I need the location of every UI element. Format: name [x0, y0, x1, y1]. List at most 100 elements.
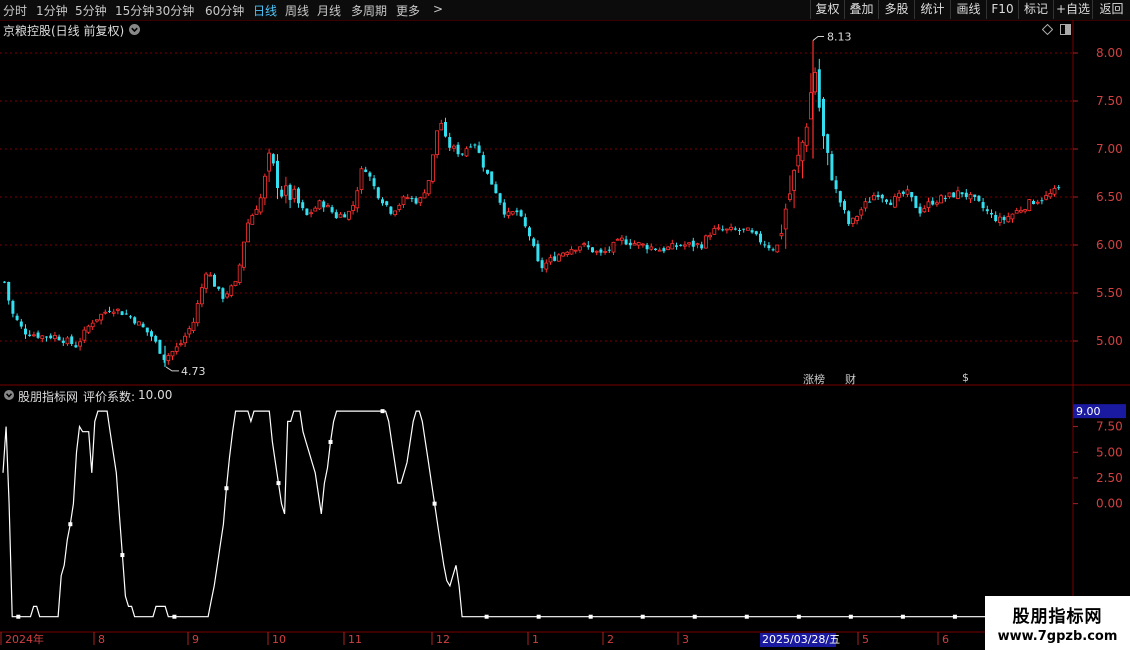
toolbar-button-3[interactable]: 统计 [914, 0, 950, 19]
toolbar-button-2[interactable]: 多股 [878, 0, 914, 19]
candle-body-down [70, 336, 74, 344]
candle-body-up [254, 209, 259, 215]
candle-body-down [494, 184, 498, 194]
period-tab-10[interactable]: 更多 [396, 2, 420, 19]
high-pointer [812, 36, 824, 41]
candle-body-up [32, 334, 36, 337]
candle-body-up [544, 262, 549, 270]
candle-body-down [771, 249, 775, 251]
period-tab-5[interactable]: 60分钟 [205, 2, 244, 19]
indicator-marker [952, 614, 957, 619]
toolbar-button-1[interactable]: 叠加 [844, 0, 878, 19]
toolbar-button-5[interactable]: F10 [986, 0, 1018, 19]
candle-body-up [178, 343, 183, 346]
price-tick-label: 5.00 [1096, 334, 1123, 348]
candle-body-down [515, 210, 519, 213]
candle-body-down [847, 211, 851, 225]
candle-body-down [49, 335, 53, 339]
candle-body-up [397, 204, 402, 210]
candle-body-down [1032, 201, 1035, 205]
diamond-icon[interactable] [1042, 24, 1053, 35]
candle-body-up [695, 243, 700, 246]
candle-body-up [1006, 216, 1011, 223]
candle-body-down [910, 192, 914, 198]
watermark-brand: 股朋指标网 [1012, 607, 1103, 627]
candle-body-up [191, 321, 196, 332]
candle-body-up [922, 208, 927, 213]
tag-dollar[interactable]: $ [960, 371, 971, 384]
candle-body-down [691, 240, 695, 247]
stock-chart: 8.00 7.50 7.00 6.50 6.00 5.50 5.00 8.13 4.73 7.50… [0, 20, 1130, 647]
title-dropdown-icon[interactable] [128, 23, 141, 36]
tag-cai[interactable]: 财 [843, 371, 858, 387]
candle-body-up [725, 228, 729, 231]
candle-body-up [557, 254, 561, 262]
candle-body-down [469, 146, 473, 148]
candle-body-up [1035, 201, 1040, 204]
watermark-url: www.7gpzb.com [997, 629, 1118, 644]
indicator-current-value: 9.00 [1076, 405, 1101, 418]
more-arrow-icon[interactable]: > [433, 2, 443, 16]
candle-body-up [561, 252, 565, 257]
period-tab-1[interactable]: 1分钟 [36, 2, 68, 19]
period-tab-2[interactable]: 5分钟 [75, 2, 107, 19]
candle-body-up [90, 322, 95, 328]
candle-body-down [124, 313, 128, 315]
candle-body-down [368, 172, 372, 177]
candle-body-down [759, 233, 762, 243]
candle-body-down [28, 334, 32, 336]
period-tab-8[interactable]: 月线 [317, 2, 341, 19]
indicator-marker [640, 614, 645, 619]
tag-zhangbang[interactable]: 涨榜 [801, 371, 827, 387]
candle-body-down [460, 153, 464, 155]
candle-body-up [712, 228, 717, 235]
candle-body-down [288, 184, 292, 200]
candle-body-down [301, 202, 305, 209]
period-tab-4[interactable]: 30分钟 [155, 2, 194, 19]
candle-body-up [241, 241, 246, 268]
candle-body-down [11, 300, 15, 314]
indicator-dropdown-icon[interactable] [3, 389, 15, 401]
candle-body-up [250, 214, 255, 225]
toolbar-button-6[interactable]: 标记 [1018, 0, 1053, 19]
indicator-marker [744, 614, 749, 619]
candle-body-down [918, 206, 922, 214]
period-tab-3[interactable]: 15分钟 [115, 2, 154, 19]
candle-body-up [666, 246, 670, 250]
candle-body-down [885, 199, 888, 202]
toolbar-button-4[interactable]: 画线 [950, 0, 986, 19]
candle-body-up [116, 308, 120, 311]
period-tab-0[interactable]: 分时 [3, 2, 27, 19]
candle-body-down [129, 316, 132, 318]
toolbar-button-7[interactable]: +自选 [1053, 0, 1092, 19]
candle-body-down [763, 244, 767, 246]
panel-toggle-icon[interactable] [1060, 24, 1071, 35]
candle-body-up [1010, 213, 1015, 220]
candle-body-up [792, 169, 796, 191]
candle-body-up [292, 188, 297, 200]
candle-body-up [204, 273, 209, 289]
candle-body-down [700, 244, 704, 249]
toolbar-button-8[interactable]: 返回 [1092, 0, 1130, 19]
candle-body-down [931, 200, 935, 205]
candle-body-up [422, 192, 427, 199]
period-tab-9[interactable]: 多周期 [351, 2, 387, 19]
candle-body-down [675, 245, 678, 247]
candle-body-up [262, 175, 267, 199]
candle-body-up [1048, 193, 1053, 198]
candle-body-up [258, 197, 263, 213]
period-tab-6[interactable]: 日线 [253, 2, 277, 19]
candle-body-down [74, 345, 78, 348]
toolbar-button-0[interactable]: 复权 [810, 0, 844, 19]
candle-body-up [897, 192, 901, 198]
candle-body-up [926, 201, 931, 209]
candle-body-up [225, 293, 230, 298]
candle-body-down [364, 169, 368, 172]
candle-body-down [721, 229, 725, 231]
candle-body-down [838, 191, 842, 203]
price-tick-label: 7.50 [1096, 94, 1123, 108]
candle-body-up [788, 193, 792, 200]
candle-body-up [704, 235, 708, 249]
main-chart-title: 京粮控股(日线 前复权) [3, 24, 125, 38]
period-tab-7[interactable]: 周线 [285, 2, 309, 19]
